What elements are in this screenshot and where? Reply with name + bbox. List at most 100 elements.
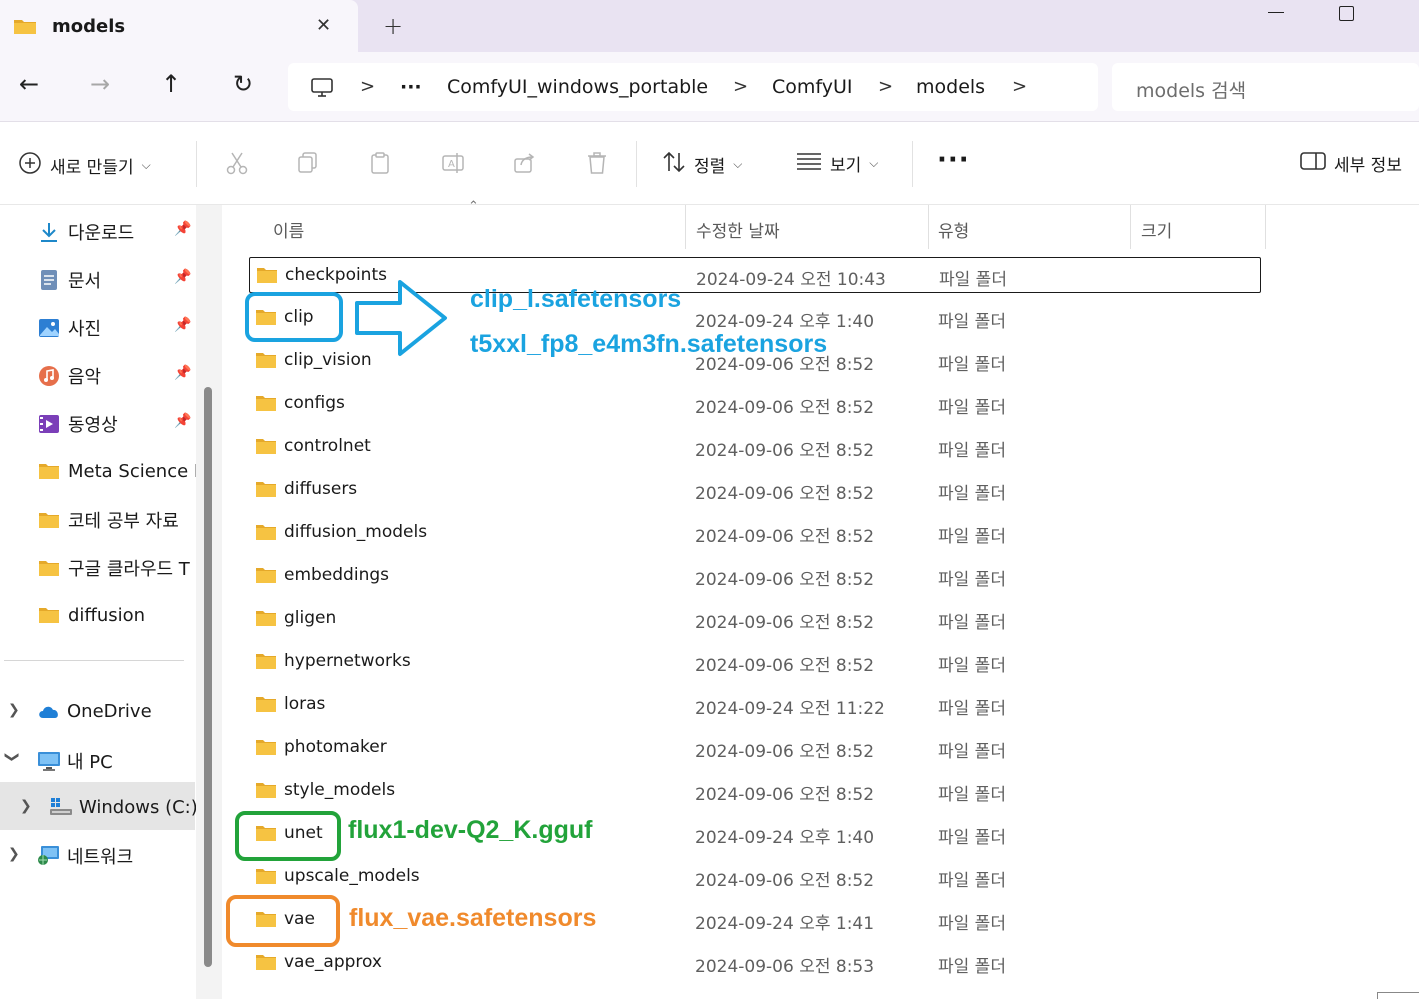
refresh-button[interactable]: ↻ xyxy=(228,70,258,98)
sidebar-item-meta-science[interactable]: Meta Science M xyxy=(38,460,196,482)
breadcrumb-comfyui[interactable]: ComfyUI xyxy=(772,76,853,98)
details-label: 세부 정보 xyxy=(1334,156,1402,176)
address-bar[interactable]: > ··· ComfyUI_windows_portable > ComfyUI… xyxy=(288,63,1098,111)
file-row[interactable]: hypernetworks 2024-09-06 오전 8:52 파일 폴더 xyxy=(249,644,1261,680)
column-divider[interactable] xyxy=(1265,205,1266,249)
chevron-right-icon[interactable]: ❯ xyxy=(20,798,32,814)
cut-icon[interactable] xyxy=(226,151,248,181)
file-type: 파일 폴더 xyxy=(938,828,1006,848)
column-header-name[interactable]: 이름 xyxy=(273,217,304,242)
sidebar-item-diffusion[interactable]: diffusion xyxy=(38,604,198,626)
clip-annotation-line1: clip_l.safetensors xyxy=(470,285,682,313)
file-row[interactable]: loras 2024-09-24 오전 11:22 파일 폴더 xyxy=(249,687,1261,723)
pin-icon[interactable]: 📌 xyxy=(174,413,191,429)
folder-icon xyxy=(255,953,277,975)
details-pane-button[interactable]: 세부 정보 xyxy=(1300,151,1402,176)
file-name: diffusers xyxy=(284,479,358,499)
network-icon xyxy=(37,845,59,867)
file-row[interactable]: photomaker 2024-09-06 오전 8:52 파일 폴더 xyxy=(249,730,1261,766)
back-button[interactable]: ← xyxy=(14,70,44,98)
pin-icon[interactable]: 📌 xyxy=(174,317,191,333)
sidebar-item-coding-study[interactable]: 코테 공부 자료 xyxy=(38,507,198,533)
file-name: style_models xyxy=(284,780,396,800)
breadcrumb-chevron-icon[interactable]: > xyxy=(360,76,375,97)
navigation-pane: 다운로드 📌 문서 📌 사진 📌 음악 📌 동영상 📌 Meta Science… xyxy=(0,205,222,999)
breadcrumb-chevron-icon[interactable]: > xyxy=(733,76,748,97)
folder-icon xyxy=(255,437,277,459)
pin-icon[interactable]: 📌 xyxy=(174,269,191,285)
rename-icon[interactable]: A xyxy=(441,151,465,181)
delete-icon[interactable] xyxy=(586,151,608,181)
file-type: 파일 폴더 xyxy=(938,785,1006,805)
file-row[interactable]: diffusers 2024-09-06 오전 8:52 파일 폴더 xyxy=(249,472,1261,508)
sidebar-item-google-cloud[interactable]: 구글 클라우드 T xyxy=(38,555,196,581)
more-options-button[interactable]: ··· xyxy=(937,145,970,175)
file-type: 파일 폴더 xyxy=(938,699,1006,719)
file-name: upscale_models xyxy=(284,866,420,886)
file-modified: 2024-09-24 오후 1:41 xyxy=(695,914,875,934)
column-divider[interactable] xyxy=(1130,205,1131,249)
file-row[interactable]: upscale_models 2024-09-06 오전 8:52 파일 폴더 xyxy=(249,859,1261,895)
new-button[interactable]: 새로 만들기 ⌵ xyxy=(18,151,151,180)
new-tab-button[interactable]: + xyxy=(383,12,403,40)
computer-icon[interactable] xyxy=(310,77,334,103)
breadcrumb-chevron-icon[interactable]: > xyxy=(1012,76,1027,97)
folder-icon xyxy=(255,566,277,588)
minimize-button[interactable] xyxy=(1268,12,1284,13)
chevron-right-icon[interactable]: ❯ xyxy=(8,846,20,862)
tab-models[interactable]: models ✕ xyxy=(0,0,358,52)
divider xyxy=(4,660,184,661)
chevron-down-icon[interactable]: ❯ xyxy=(4,751,20,763)
forward-button[interactable]: → xyxy=(85,70,115,98)
plus-circle-icon xyxy=(18,151,42,180)
sidebar-item-onedrive[interactable]: OneDrive xyxy=(37,700,197,722)
column-header-type[interactable]: 유형 xyxy=(938,217,969,242)
file-modified: 2024-09-06 오전 8:52 xyxy=(695,484,875,504)
sidebar-item-windows-c[interactable]: Windows (C:) xyxy=(49,796,209,818)
vae-highlight-box xyxy=(226,895,340,947)
share-icon[interactable] xyxy=(513,151,537,181)
column-divider[interactable] xyxy=(685,205,686,249)
file-row[interactable]: diffusion_models 2024-09-06 오전 8:52 파일 폴더 xyxy=(249,515,1261,551)
up-button[interactable]: ↑ xyxy=(156,70,186,98)
column-divider[interactable] xyxy=(928,205,929,249)
folder-icon xyxy=(38,557,60,579)
divider xyxy=(912,141,913,187)
file-row[interactable]: configs 2024-09-06 오전 8:52 파일 폴더 xyxy=(249,386,1261,422)
file-type: 파일 폴더 xyxy=(938,398,1006,418)
folder-icon xyxy=(255,609,277,631)
folder-icon xyxy=(255,738,277,760)
pin-icon[interactable]: 📌 xyxy=(174,365,191,381)
folder-icon xyxy=(38,604,60,626)
sidebar-scrollbar-thumb[interactable] xyxy=(204,387,212,967)
breadcrumb-comfyui-windows-portable[interactable]: ComfyUI_windows_portable xyxy=(447,76,708,98)
file-row[interactable]: embeddings 2024-09-06 오전 8:52 파일 폴더 xyxy=(249,558,1261,594)
search-input[interactable]: models 검색 xyxy=(1112,63,1419,111)
breadcrumb-chevron-icon[interactable]: > xyxy=(878,76,893,97)
breadcrumb-models[interactable]: models xyxy=(916,76,985,98)
pin-icon[interactable]: 📌 xyxy=(174,221,191,237)
file-modified: 2024-09-06 오전 8:52 xyxy=(695,742,875,762)
breadcrumb-overflow[interactable]: ··· xyxy=(400,76,422,98)
file-type: 파일 폴더 xyxy=(938,871,1006,891)
folder-icon xyxy=(255,867,277,889)
column-header-modified[interactable]: 수정한 날짜 xyxy=(696,217,780,242)
maximize-button[interactable] xyxy=(1339,6,1354,21)
file-type: 파일 폴더 xyxy=(938,656,1006,676)
sort-button[interactable]: 정렬 ⌵ xyxy=(662,151,742,178)
view-button[interactable]: 보기 ⌵ xyxy=(796,151,878,176)
sidebar-item-network[interactable]: 네트워크 xyxy=(37,843,197,869)
copy-icon[interactable] xyxy=(297,151,319,181)
sidebar-item-this-pc[interactable]: 내 PC xyxy=(37,748,197,774)
column-header-size[interactable]: 크기 xyxy=(1141,217,1172,242)
file-modified: 2024-09-24 오후 1:40 xyxy=(695,828,875,848)
close-tab-icon[interactable]: ✕ xyxy=(316,15,331,36)
file-row[interactable]: vae_approx 2024-09-06 오전 8:53 파일 폴더 xyxy=(249,945,1261,981)
file-row[interactable]: controlnet 2024-09-06 오전 8:52 파일 폴더 xyxy=(249,429,1261,465)
paste-icon[interactable] xyxy=(369,151,391,181)
file-row[interactable]: gligen 2024-09-06 오전 8:52 파일 폴더 xyxy=(249,601,1261,637)
resize-grip[interactable] xyxy=(1377,992,1419,999)
folder-icon xyxy=(255,394,277,416)
chevron-right-icon[interactable]: ❯ xyxy=(8,702,20,718)
file-row[interactable]: style_models 2024-09-06 오전 8:52 파일 폴더 xyxy=(249,773,1261,809)
